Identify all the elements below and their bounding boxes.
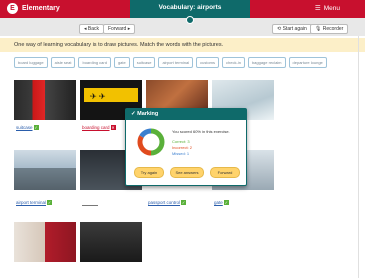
- answer-label[interactable]: suitcase ✓: [16, 125, 39, 131]
- marking-dialog: ✓ Marking You scored 60% in this exercis…: [125, 108, 247, 186]
- top-bar: E Elementary Vocabulary: airports ☰ Menu…: [0, 0, 365, 36]
- microphone-icon: 🎙: [315, 26, 322, 32]
- answer-label[interactable]: gate ✓: [214, 200, 229, 206]
- start-again-label: Start again: [282, 26, 307, 32]
- score-summary: You scored 60% in this exercise.: [172, 129, 230, 134]
- word-chip[interactable]: board luggage: [14, 57, 48, 68]
- back-arrow-icon: ◂: [84, 26, 87, 32]
- donut-segment-correct: [150, 128, 165, 156]
- see-answers-button[interactable]: See answers: [170, 167, 204, 178]
- photo-traveller: [80, 222, 142, 262]
- word-chip[interactable]: check-in: [222, 57, 245, 68]
- word-chip[interactable]: baggage reclaim: [247, 57, 286, 68]
- answer-label[interactable]: airport terminal ✓: [16, 200, 53, 206]
- photo-airport-terminal: [14, 150, 76, 190]
- incorrect-count: Incorrect: 2: [172, 145, 193, 150]
- marking-header: ✓ Marking: [126, 109, 246, 120]
- word-chip[interactable]: airport terminal: [158, 57, 194, 68]
- cross-icon: ✕: [110, 125, 116, 131]
- recorder-button[interactable]: 🎙 Recorder: [310, 24, 349, 34]
- menu-label: Menu: [323, 4, 340, 12]
- word-bank: board luggage aisle seat boarding card g…: [14, 57, 334, 68]
- check-icon: ✓: [181, 200, 187, 206]
- instructions: One way of learning vocabulary is to dra…: [0, 38, 365, 52]
- word-chip[interactable]: aisle seat: [50, 57, 76, 68]
- word-chip[interactable]: departure lounge: [288, 57, 327, 68]
- start-again-button[interactable]: ⟲ Start again: [272, 24, 312, 34]
- answer-text: boarding card: [82, 125, 110, 130]
- donut-segment-missed: [139, 128, 152, 138]
- section-indicator-icon: [186, 16, 194, 24]
- check-icon: ✓: [47, 200, 53, 206]
- airplane-icon: ✈ ✈: [90, 92, 106, 101]
- hamburger-icon: ☰: [314, 5, 321, 12]
- word-chip[interactable]: customs: [196, 57, 220, 68]
- missed-count: Missed: 1: [172, 151, 190, 156]
- answer-text: airport terminal: [16, 200, 47, 205]
- brand-title: Elementary: [22, 5, 60, 12]
- photo-bag: [146, 80, 208, 108]
- check-icon: ✓: [33, 125, 39, 131]
- answer-label[interactable]: boarding card ✕: [82, 125, 116, 131]
- photo-check-in: [14, 222, 76, 262]
- restart-icon: ⟲: [277, 26, 282, 32]
- word-chip[interactable]: suitcase: [132, 57, 156, 68]
- try-again-button[interactable]: Try again: [134, 167, 164, 178]
- score-donut-chart: [137, 128, 165, 156]
- empty-answer-slot[interactable]: [82, 205, 98, 206]
- tick-icon: ✓: [131, 111, 136, 117]
- check-icon: ✓: [223, 200, 229, 206]
- answer-text: gate: [214, 200, 223, 205]
- answer-text: passport control: [148, 200, 181, 205]
- marking-title: Marking: [137, 111, 159, 117]
- scrollbar-track[interactable]: [358, 36, 359, 278]
- brand: E Elementary: [7, 3, 60, 14]
- back-label: Back: [87, 26, 100, 32]
- answer-text: suitcase: [16, 125, 33, 130]
- correct-count: Correct: 3: [172, 139, 190, 144]
- recorder-label: Recorder: [322, 26, 344, 32]
- menu-button[interactable]: ☰ Menu: [314, 4, 340, 13]
- word-chip[interactable]: gate: [113, 57, 130, 68]
- word-chip[interactable]: boarding card: [78, 57, 111, 68]
- photo-suitcase: [14, 80, 76, 120]
- forward-button[interactable]: Forward ▸: [103, 24, 136, 34]
- back-button[interactable]: ◂ Back: [79, 24, 105, 34]
- forward-label: Forward: [108, 26, 127, 32]
- marking-forward-button[interactable]: Forward: [210, 167, 240, 178]
- forward-arrow-icon: ▸: [127, 26, 131, 32]
- donut-segment-incorrect: [137, 135, 152, 156]
- answer-label[interactable]: passport control ✓: [148, 200, 187, 206]
- brand-logo-icon: E: [7, 3, 18, 14]
